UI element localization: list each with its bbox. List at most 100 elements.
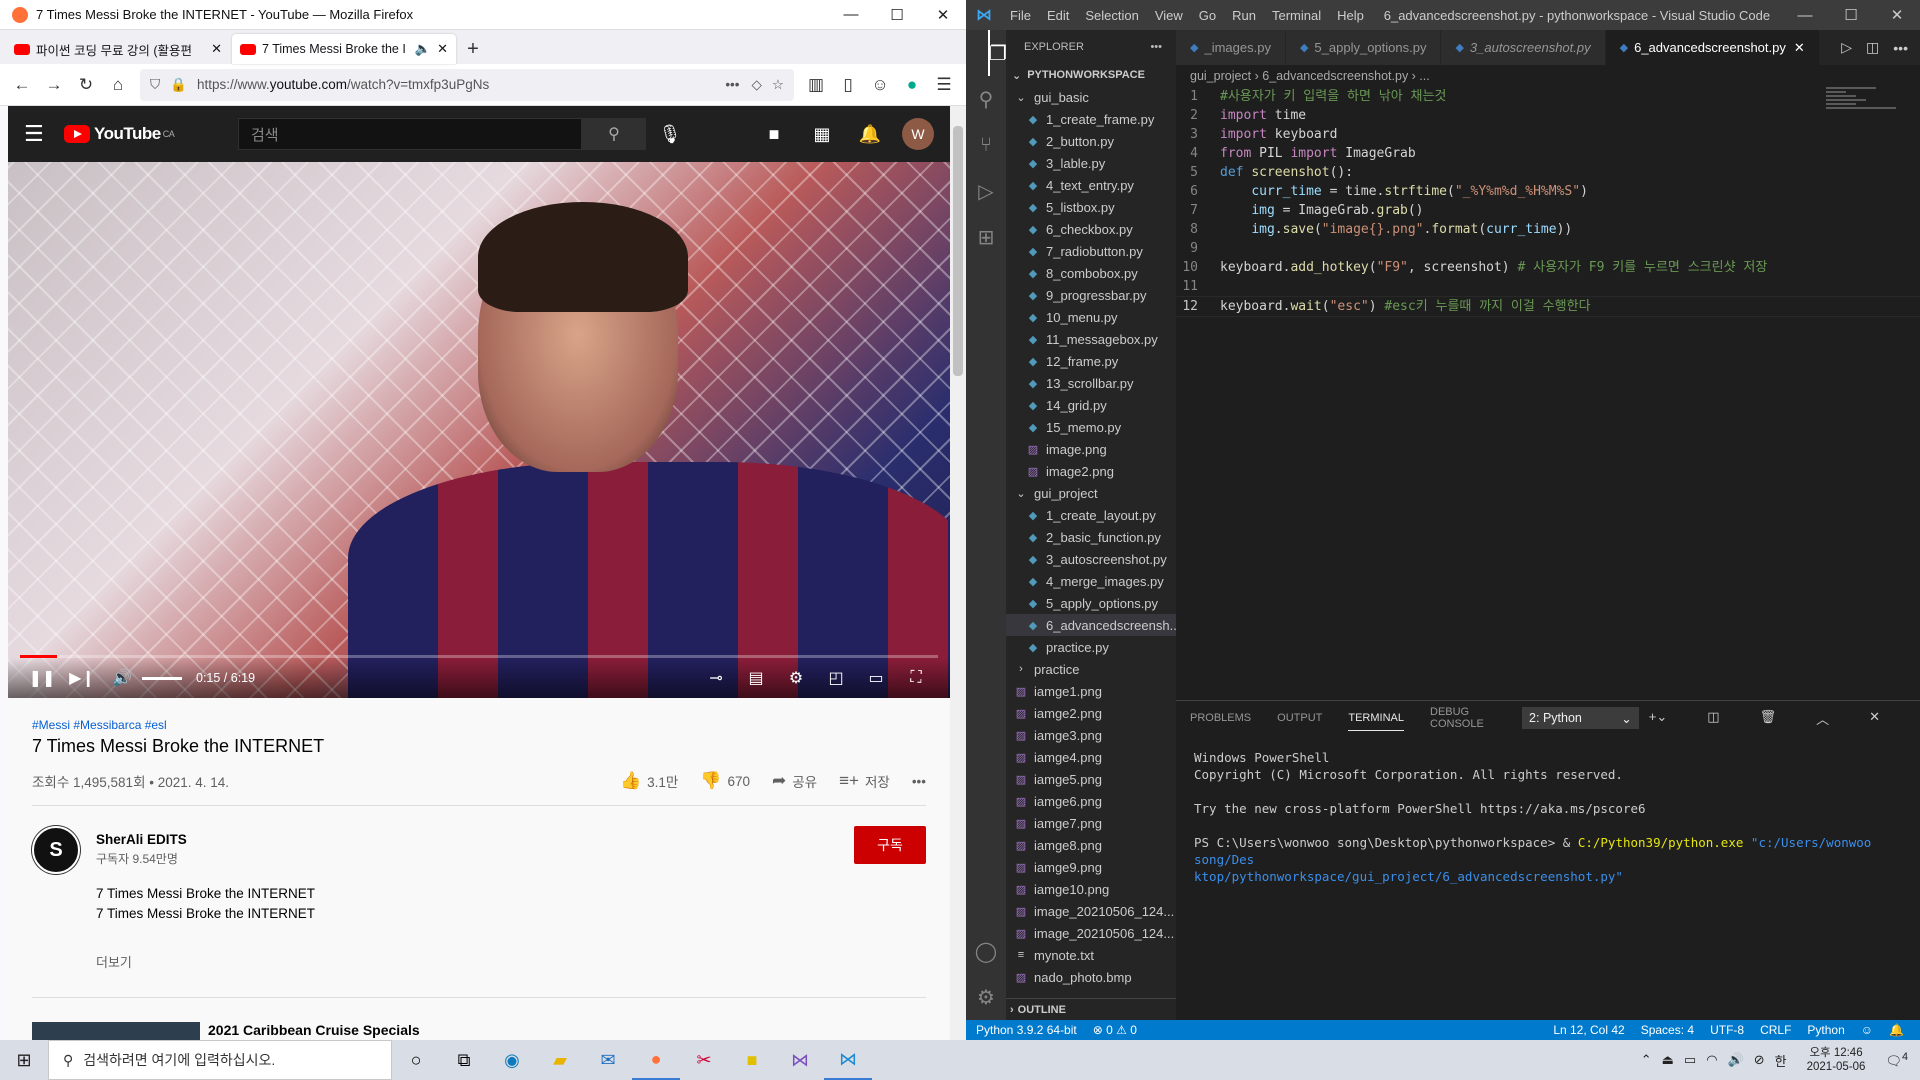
channel-avatar[interactable]: S — [32, 826, 80, 874]
avatar[interactable]: W — [902, 118, 934, 150]
tab-close-icon[interactable]: ✕ — [437, 41, 448, 57]
code-line[interactable]: 5 def screenshot(): — [1176, 163, 1920, 182]
code-line[interactable]: 1 #사용자가 키 입력을 하면 낚아 채는것 — [1176, 87, 1920, 106]
file-tree-item[interactable]: ◆ 6_advancedscreensh... — [1006, 614, 1176, 636]
extensions-icon[interactable]: ⊞ — [966, 214, 1006, 260]
shield-icon[interactable]: ⛉ — [150, 77, 160, 93]
file-tree-item[interactable]: ▨ image_20210506_124... — [1006, 900, 1176, 922]
code-line[interactable]: 10 keyboard.add_hotkey("F9", screenshot) … — [1176, 258, 1920, 277]
autoplay-toggle[interactable]: ⊸ — [696, 668, 736, 688]
file-tree-item[interactable]: ▨ iamge10.png — [1006, 878, 1176, 900]
fullscreen-icon[interactable]: ⛶ — [896, 669, 936, 687]
tab-problems[interactable]: PROBLEMS — [1190, 712, 1251, 724]
python-interpreter[interactable]: Python 3.9.2 64-bit — [976, 1023, 1077, 1037]
run-debug-icon[interactable]: ▷ — [966, 168, 1006, 214]
more-icon[interactable]: ••• — [1893, 40, 1908, 56]
problems-count[interactable]: ⊗ 0 ⚠ 0 — [1093, 1023, 1137, 1037]
file-tree-item[interactable]: ◆ 9_progressbar.py — [1006, 284, 1176, 306]
related-video[interactable]: 2021 Caribbean Cruise Specials — [32, 997, 926, 1040]
file-tree-item[interactable]: › practice — [1006, 658, 1176, 680]
file-tree-item[interactable]: ⌄ gui_basic — [1006, 86, 1176, 108]
file-tree-item[interactable]: ▨ iamge3.png — [1006, 724, 1176, 746]
search-button[interactable]: ⚲ — [582, 118, 646, 150]
next-icon[interactable]: ▶❙ — [62, 668, 102, 688]
file-tree-item[interactable]: ▨ iamge6.png — [1006, 790, 1176, 812]
lock-icon[interactable]: 🔒 — [170, 77, 187, 93]
menu-icon[interactable]: ☰ — [928, 69, 960, 101]
search-input[interactable]: 검색 — [238, 118, 582, 150]
file-tree-item[interactable]: ◆ 10_menu.py — [1006, 306, 1176, 328]
code-line[interactable]: 3 import keyboard — [1176, 125, 1920, 144]
home-icon[interactable]: ⌂ — [102, 69, 134, 101]
code-editor[interactable]: 1 #사용자가 키 입력을 하면 낚아 채는것 2 import time 3 impor… — [1176, 87, 1920, 317]
clock[interactable]: 오후 12:46 2021-05-06 — [1807, 1046, 1866, 1074]
file-tree-item[interactable]: ▨ nado_photo.bmp — [1006, 966, 1176, 988]
file-tree-item[interactable]: ◆ 3_lable.py — [1006, 152, 1176, 174]
task-view-icon[interactable]: ⧉ — [440, 1040, 488, 1080]
tab-debug-console[interactable]: DEBUG CONSOLE — [1430, 706, 1496, 730]
tab-output[interactable]: OUTPUT — [1277, 712, 1322, 724]
editor-tab[interactable]: ◆ 3_autoscreenshot.py — [1441, 30, 1606, 65]
related-thumbnail[interactable] — [32, 1022, 200, 1040]
code-line[interactable]: 4 from PIL import ImageGrab — [1176, 144, 1920, 163]
youtube-logo[interactable]: YouTube CA — [64, 124, 238, 144]
file-tree-item[interactable]: ◆ 12_frame.py — [1006, 350, 1176, 372]
source-control-icon[interactable]: ⑂ — [966, 122, 1006, 168]
file-tree-item[interactable]: ◆ 1_create_frame.py — [1006, 108, 1176, 130]
more-icon[interactable]: ••• — [1150, 41, 1162, 53]
encoding[interactable]: UTF-8 — [1710, 1023, 1744, 1037]
new-terminal-icon[interactable]: +⌄ — [1649, 709, 1667, 728]
terminal-output[interactable]: Windows PowerShell Copyright (C) Microso… — [1176, 735, 1920, 899]
library-icon[interactable]: ▥ — [800, 69, 832, 101]
cortana-icon[interactable]: ○ — [392, 1040, 440, 1080]
share-button[interactable]: ➦ 공유 — [772, 771, 817, 791]
notification-icon[interactable]: 🗨4 — [1885, 1051, 1908, 1069]
more-actions-icon[interactable]: ••• — [912, 774, 926, 789]
file-tree-item[interactable]: ◆ 2_basic_function.py — [1006, 526, 1176, 548]
menu-item[interactable]: Terminal — [1264, 8, 1329, 23]
minimize-button[interactable]: — — [828, 6, 874, 23]
edge-icon[interactable]: ◉ — [488, 1040, 536, 1080]
trash-icon[interactable]: 🗑 — [1760, 709, 1777, 728]
code-line[interactable]: 7 img = ImageGrab.grab() — [1176, 201, 1920, 220]
editor-tab[interactable]: ◆ _images.py — [1176, 30, 1286, 65]
file-tree-item[interactable]: ◆ 13_scrollbar.py — [1006, 372, 1176, 394]
apps-icon[interactable]: ▦ — [798, 124, 846, 145]
close-panel-icon[interactable]: ✕ — [1869, 709, 1880, 728]
forward-icon[interactable]: → — [38, 69, 70, 101]
file-tree-item[interactable]: ◆ 8_combobox.py — [1006, 262, 1176, 284]
close-button[interactable]: ✕ — [1874, 6, 1920, 24]
file-tree-item[interactable]: ▨ iamge2.png — [1006, 702, 1176, 724]
code-line[interactable]: 9 — [1176, 239, 1920, 258]
video-hashtags[interactable]: #Messi #Messibarca #esl — [32, 718, 926, 732]
sidebar-icon[interactable]: ▯ — [832, 69, 864, 101]
file-tree-item[interactable]: ◆ 15_memo.py — [1006, 416, 1176, 438]
code-line[interactable]: 12 keyboard.wait("esc") #esc키 누를때 까지 이걸 수… — [1176, 296, 1920, 317]
minimize-button[interactable]: — — [1782, 7, 1828, 24]
minimap[interactable] — [1826, 87, 1906, 127]
split-terminal-icon[interactable]: ◫ — [1707, 709, 1719, 728]
terminal-select[interactable]: 2: Python ⌄ — [1522, 707, 1639, 729]
file-tree-item[interactable]: ▨ iamge4.png — [1006, 746, 1176, 768]
gear-icon[interactable]: ⚙ — [966, 974, 1006, 1020]
back-icon[interactable]: ← — [6, 69, 38, 101]
file-tree-item[interactable]: ◆ 7_radiobutton.py — [1006, 240, 1176, 262]
file-tree-item[interactable]: ▨ iamge7.png — [1006, 812, 1176, 834]
menu-icon[interactable]: ☰ — [24, 121, 64, 147]
browser-tab-1[interactable]: 파이썬 코딩 무료 강의 (활용편 ✕ — [6, 34, 230, 64]
browser-tab-2[interactable]: 7 Times Messi Broke the I 🔈 ✕ — [232, 34, 456, 64]
wifi-icon[interactable]: ◠ — [1706, 1052, 1717, 1068]
menu-item[interactable]: Selection — [1077, 8, 1146, 23]
ime-indicator[interactable]: 한 — [1775, 1051, 1787, 1070]
usb-icon[interactable]: ⏏ — [1662, 1052, 1674, 1068]
display-icon[interactable]: ▭ — [1684, 1052, 1696, 1068]
maximize-panel-icon[interactable]: ︿ — [1816, 709, 1829, 728]
line-ending[interactable]: CRLF — [1760, 1023, 1791, 1037]
video-player[interactable]: ❚❚ ▶❙ 🔊 0:15 / 6:19 ⊸ ▤ ⚙ ◰ ▭ ⛶ — [8, 162, 950, 698]
file-tree-item[interactable]: ▨ image.png — [1006, 438, 1176, 460]
tab-close-icon[interactable]: ✕ — [211, 41, 222, 57]
menu-item[interactable]: File — [1002, 8, 1039, 23]
code-line[interactable]: 2 import time — [1176, 106, 1920, 125]
file-tree-item[interactable]: ≡ mynote.txt — [1006, 944, 1176, 966]
notifications-icon[interactable]: 🔔 — [846, 124, 894, 145]
